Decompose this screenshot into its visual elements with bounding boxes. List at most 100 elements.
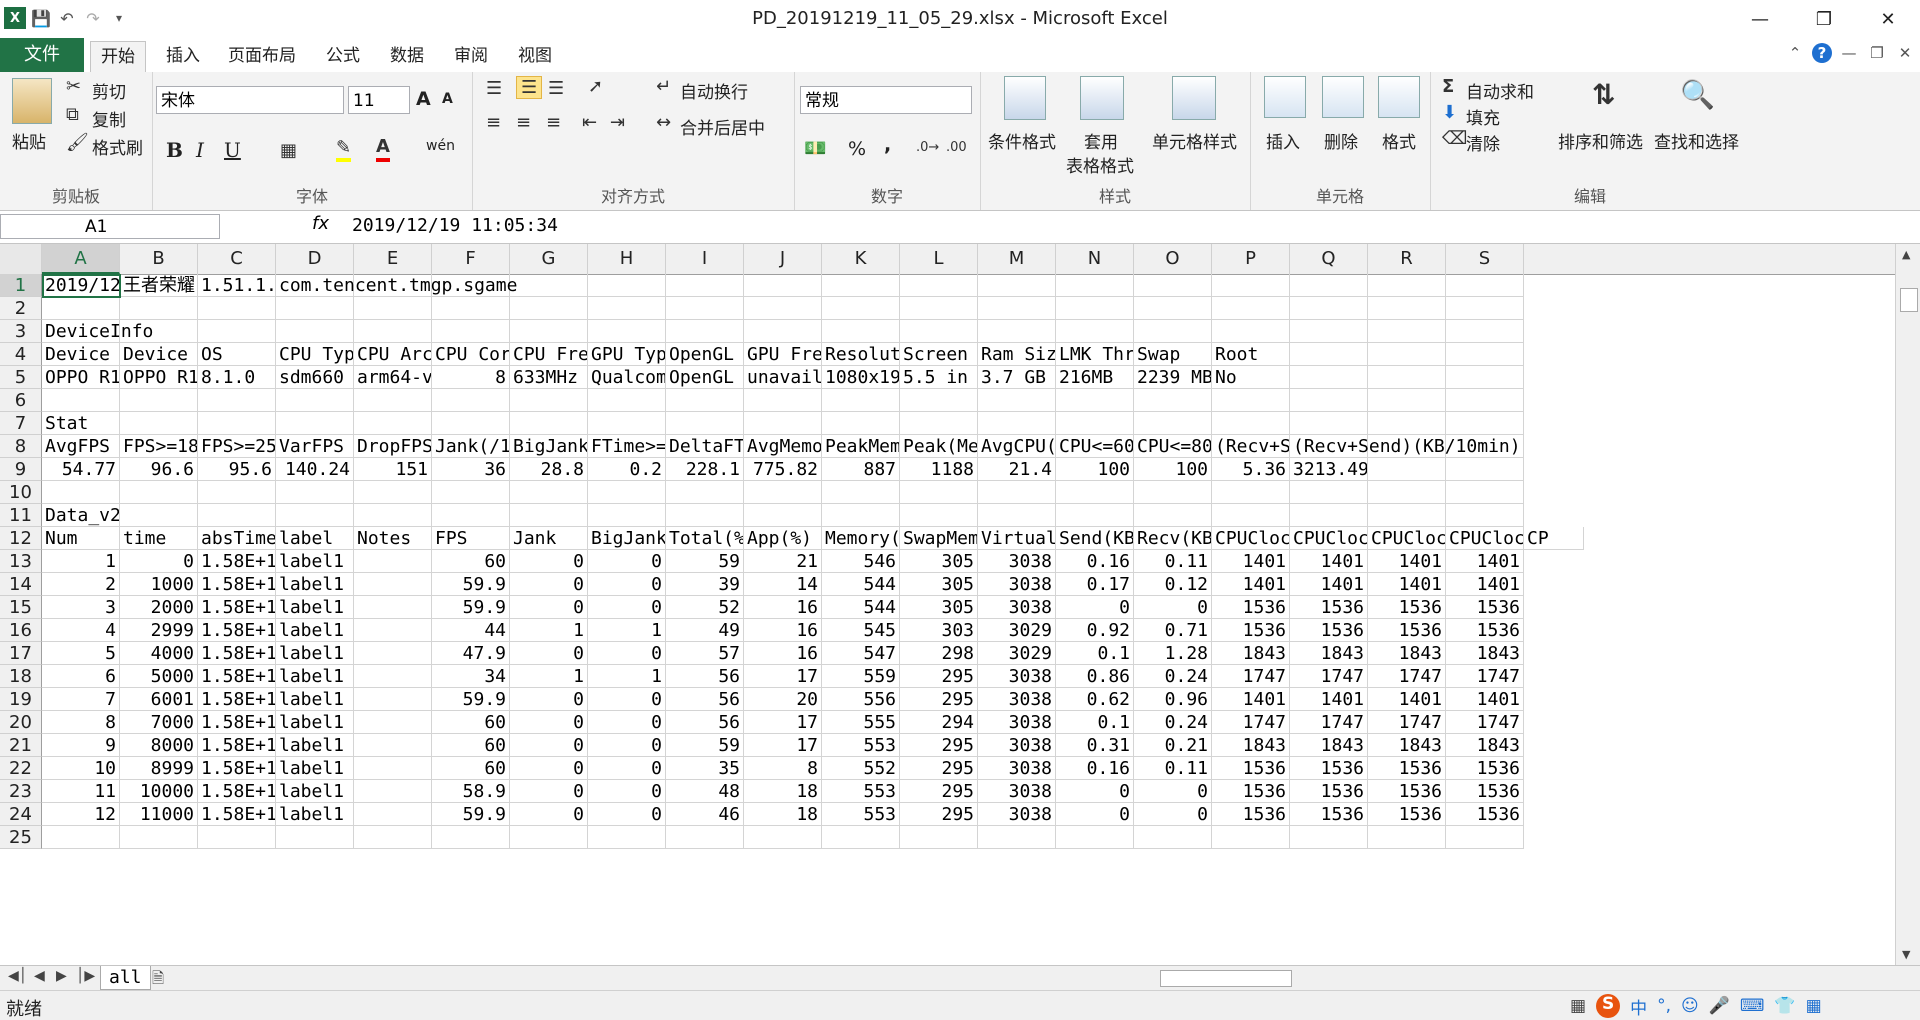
grid-cell[interactable] <box>1134 826 1212 849</box>
cell-G20[interactable]: 0 <box>510 711 588 734</box>
column-header-F[interactable]: F <box>432 244 510 274</box>
cell-P24[interactable]: 1536 <box>1212 803 1290 826</box>
cell-D23[interactable]: label1 <box>276 780 354 803</box>
cell-N22[interactable]: 0.16 <box>1056 757 1134 780</box>
cell-H17[interactable]: 0 <box>588 642 666 665</box>
grid-cell[interactable] <box>744 389 822 412</box>
cell-H19[interactable]: 0 <box>588 688 666 711</box>
cell-K13[interactable]: 546 <box>822 550 900 573</box>
grid-cell[interactable] <box>1134 481 1212 504</box>
cell-Q12[interactable]: CPUClock <box>1290 527 1368 550</box>
cell-P13[interactable]: 1401 <box>1212 550 1290 573</box>
tab-home[interactable]: 开始 <box>90 41 146 73</box>
grow-font-button[interactable]: A <box>416 88 431 110</box>
cell-M4[interactable]: Ram Size <box>978 343 1056 366</box>
grid-cell[interactable] <box>42 297 120 320</box>
wrap-text-icon[interactable]: ↵ <box>656 76 671 97</box>
cell-I12[interactable]: Total(%) <box>666 527 744 550</box>
cell-M21[interactable]: 3038 <box>978 734 1056 757</box>
decrease-decimal-icon[interactable]: .00 <box>946 140 967 155</box>
cell-B16[interactable]: 2999 <box>120 619 198 642</box>
cell-G15[interactable]: 0 <box>510 596 588 619</box>
cell-H18[interactable]: 1 <box>588 665 666 688</box>
column-header-K[interactable]: K <box>822 244 900 274</box>
align-middle-icon[interactable]: ☰ <box>516 76 543 99</box>
cell-N4[interactable]: LMK Thre <box>1056 343 1134 366</box>
cell-O21[interactable]: 0.21 <box>1134 734 1212 757</box>
cell-P21[interactable]: 1843 <box>1212 734 1290 757</box>
grid-cell[interactable] <box>432 826 510 849</box>
cell-E20[interactable] <box>354 711 432 734</box>
cell-L13[interactable]: 305 <box>900 550 978 573</box>
grid-cell[interactable] <box>276 412 354 435</box>
cell-R12[interactable]: CPUClock <box>1368 527 1446 550</box>
first-sheet-icon[interactable]: ◀│ <box>8 968 27 984</box>
grid-cell[interactable] <box>354 504 432 527</box>
cell-J21[interactable]: 17 <box>744 734 822 757</box>
cell-O20[interactable]: 0.24 <box>1134 711 1212 734</box>
tab-review[interactable]: 审阅 <box>444 41 498 71</box>
cell-B18[interactable]: 5000 <box>120 665 198 688</box>
cell-I23[interactable]: 48 <box>666 780 744 803</box>
emoji-icon[interactable]: ☺ <box>1681 996 1699 1016</box>
cell-I18[interactable]: 56 <box>666 665 744 688</box>
cell-C4[interactable]: OS <box>198 343 276 366</box>
grid-cell[interactable] <box>1446 274 1524 297</box>
cell-R18[interactable]: 1747 <box>1368 665 1446 688</box>
grid-cell[interactable] <box>42 826 120 849</box>
formula-input[interactable]: 2019/12/19 11:05:34 <box>352 215 558 236</box>
cell-N14[interactable]: 0.17 <box>1056 573 1134 596</box>
grid-cell[interactable] <box>666 504 744 527</box>
cell-B19[interactable]: 6001 <box>120 688 198 711</box>
comma-button[interactable]: , <box>884 134 891 156</box>
cell-S21[interactable]: 1843 <box>1446 734 1524 757</box>
cell-S14[interactable]: 1401 <box>1446 573 1524 596</box>
grid-cell[interactable] <box>198 297 276 320</box>
grid-cell[interactable] <box>978 274 1056 297</box>
cell-C21[interactable]: 1.58E+12 <box>198 734 276 757</box>
grid-cell[interactable] <box>900 389 978 412</box>
cell-N5[interactable]: 216MB <box>1056 366 1134 389</box>
row-header-5[interactable]: 5 <box>0 366 42 389</box>
grid-cell[interactable] <box>354 826 432 849</box>
cell-N8[interactable]: CPU<=60% <box>1056 435 1134 458</box>
cell-J9[interactable]: 775.82 <box>744 458 822 481</box>
cell-D22[interactable]: label1 <box>276 757 354 780</box>
cell-D13[interactable]: label1 <box>276 550 354 573</box>
grid-cell[interactable] <box>1290 389 1368 412</box>
cell-Q8[interactable]: (Recv+Send)(KB/10min) <box>1290 435 1521 458</box>
cell-B22[interactable]: 8999 <box>120 757 198 780</box>
cell-K22[interactable]: 552 <box>822 757 900 780</box>
conditional-format-button[interactable]: 条件格式 <box>988 128 1056 153</box>
column-header-G[interactable]: G <box>510 244 588 274</box>
cell-M18[interactable]: 3038 <box>978 665 1056 688</box>
cell-O16[interactable]: 0.71 <box>1134 619 1212 642</box>
cell-D21[interactable]: label1 <box>276 734 354 757</box>
font-name-select[interactable]: 宋体 <box>156 86 344 114</box>
grid-cell[interactable] <box>276 504 354 527</box>
grid-cell[interactable] <box>1290 826 1368 849</box>
column-header-M[interactable]: M <box>978 244 1056 274</box>
clear-button[interactable]: 清除 <box>1466 130 1500 155</box>
grid-cell[interactable] <box>900 481 978 504</box>
cell-R16[interactable]: 1536 <box>1368 619 1446 642</box>
cell-L5[interactable]: 5.5 in <box>900 366 978 389</box>
grid-cell[interactable] <box>900 412 978 435</box>
cell-S15[interactable]: 1536 <box>1446 596 1524 619</box>
orientation-icon[interactable]: ➚ <box>588 76 603 97</box>
cell-F22[interactable]: 60 <box>432 757 510 780</box>
cell-E24[interactable] <box>354 803 432 826</box>
cell-O22[interactable]: 0.11 <box>1134 757 1212 780</box>
cell-M23[interactable]: 3038 <box>978 780 1056 803</box>
cell-J15[interactable]: 16 <box>744 596 822 619</box>
cell-L17[interactable]: 298 <box>900 642 978 665</box>
cell-M20[interactable]: 3038 <box>978 711 1056 734</box>
grid-cell[interactable] <box>276 297 354 320</box>
cell-K20[interactable]: 555 <box>822 711 900 734</box>
grid-cell[interactable] <box>978 297 1056 320</box>
cell-P22[interactable]: 1536 <box>1212 757 1290 780</box>
format-as-table-icon[interactable] <box>1080 76 1124 120</box>
grid-cell[interactable] <box>1368 458 1446 481</box>
grid-cell[interactable] <box>42 389 120 412</box>
grid-cell[interactable] <box>120 297 198 320</box>
